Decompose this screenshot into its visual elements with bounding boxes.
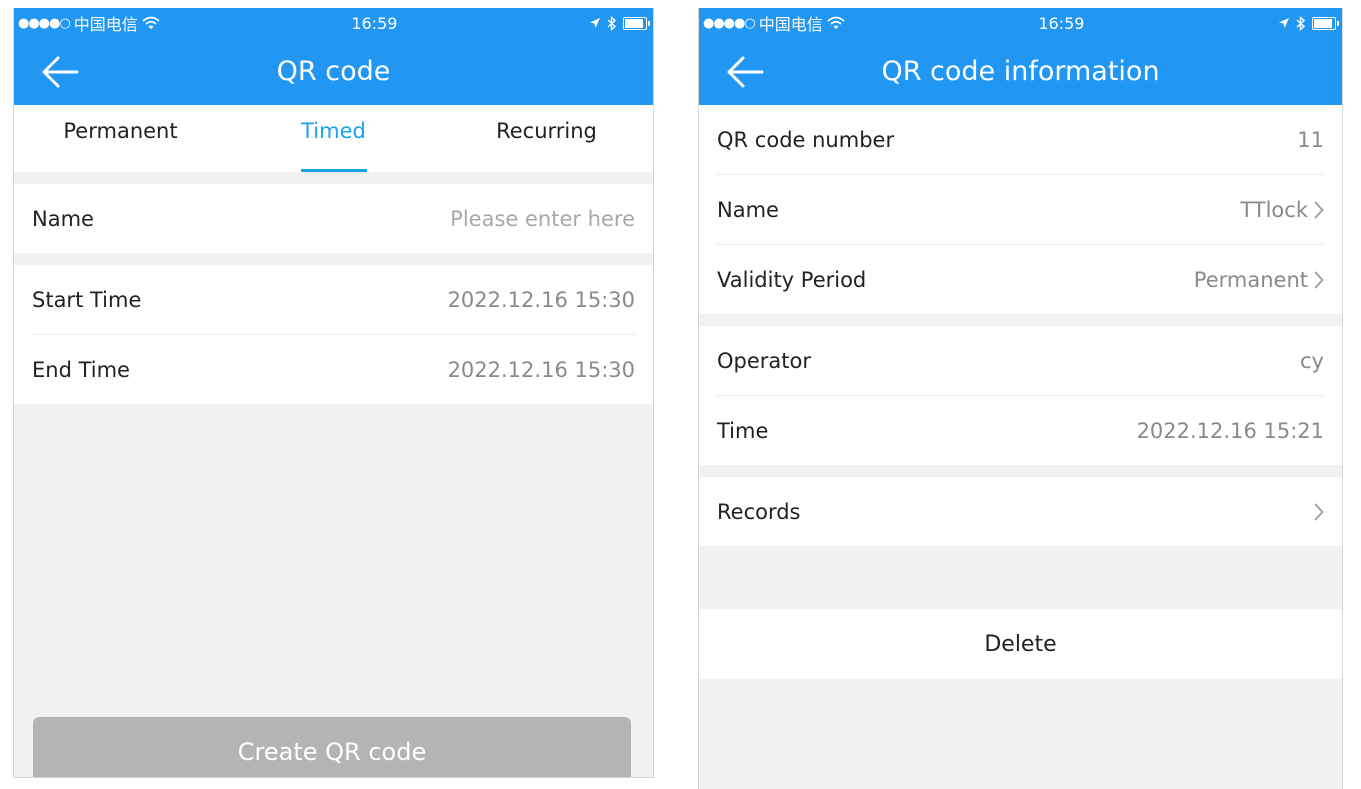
- wifi-icon: [827, 16, 845, 29]
- status-bar: ●●●●○ 中国电信 16:59: [699, 8, 1342, 38]
- records-label: Records: [717, 499, 801, 524]
- end-time-label: End Time: [32, 357, 130, 382]
- time-row: Time 2022.12.16 15:21: [717, 396, 1324, 465]
- time-label: Time: [717, 418, 769, 443]
- chevron-right-icon: [1314, 271, 1324, 288]
- qr-number-value: 11: [1297, 127, 1324, 152]
- name-input[interactable]: Please enter here: [450, 207, 635, 231]
- create-qr-button[interactable]: Create QR code: [33, 717, 631, 777]
- records-row[interactable]: Records: [717, 477, 1324, 546]
- wifi-icon: [142, 16, 160, 29]
- location-arrow-icon: [1279, 18, 1289, 28]
- end-time-row[interactable]: End Time 2022.12.16 15:30: [32, 335, 635, 404]
- bluetooth-icon: [607, 15, 617, 31]
- name-row[interactable]: Name TTlock: [717, 175, 1324, 245]
- back-arrow-icon[interactable]: [40, 55, 80, 89]
- info-group: QR code number 11 Name TTlock Validity P…: [699, 105, 1342, 314]
- validity-label: Validity Period: [717, 267, 867, 292]
- operator-group: Operator cy Time 2022.12.16 15:21: [699, 326, 1342, 465]
- name-group: Name Please enter here: [14, 184, 653, 253]
- page-title: QR code information: [881, 56, 1160, 87]
- status-time: 16:59: [1038, 13, 1085, 33]
- operator-label: Operator: [717, 348, 811, 373]
- header: ●●●●○ 中国电信 16:59 QR code information: [699, 8, 1342, 105]
- back-arrow-icon[interactable]: [725, 55, 765, 89]
- validity-period-row[interactable]: Validity Period Permanent: [717, 245, 1324, 314]
- name-label: Name: [32, 206, 94, 231]
- name-value: TTlock: [1240, 197, 1308, 222]
- start-time-row[interactable]: Start Time 2022.12.16 15:30: [32, 265, 635, 335]
- chevron-right-icon: [1314, 503, 1324, 520]
- chevron-right-icon: [1314, 201, 1324, 218]
- header: ●●●●○ 中国电信 16:59 QR code: [14, 8, 653, 105]
- location-arrow-icon: [590, 18, 600, 28]
- name-row[interactable]: Name Please enter here: [32, 184, 635, 253]
- tab-timed[interactable]: Timed: [227, 105, 440, 172]
- bluetooth-icon: [1296, 15, 1306, 31]
- start-time-value[interactable]: 2022.12.16 15:30: [448, 288, 635, 312]
- type-tabs: Permanent Timed Recurring: [14, 105, 653, 172]
- status-time: 16:59: [351, 13, 398, 33]
- tab-recurring[interactable]: Recurring: [440, 105, 653, 172]
- qr-number-row: QR code number 11: [717, 105, 1324, 175]
- start-time-label: Start Time: [32, 287, 142, 312]
- time-group: Start Time 2022.12.16 15:30 End Time 202…: [14, 265, 653, 404]
- qr-info-screen: ●●●●○ 中国电信 16:59 QR code information QR …: [698, 8, 1343, 789]
- name-label: Name: [717, 197, 779, 222]
- status-bar: ●●●●○ 中国电信 16:59: [14, 8, 653, 38]
- time-value: 2022.12.16 15:21: [1136, 418, 1324, 443]
- end-time-value[interactable]: 2022.12.16 15:30: [448, 358, 635, 382]
- battery-icon: [1312, 16, 1339, 30]
- carrier-label: 中国电信: [73, 15, 138, 34]
- battery-icon: [623, 16, 650, 30]
- qr-number-label: QR code number: [717, 127, 895, 152]
- signal-dots: ●●●●○: [703, 15, 756, 31]
- signal-dots: ●●●●○: [18, 15, 71, 31]
- operator-value: cy: [1300, 348, 1324, 373]
- timed-qr-screen: ●●●●○ 中国电信 16:59 QR code Permanent Timed…: [13, 8, 654, 778]
- tab-permanent[interactable]: Permanent: [14, 105, 227, 172]
- delete-button[interactable]: Delete: [699, 609, 1342, 679]
- validity-value: Permanent: [1193, 267, 1308, 292]
- records-group: Records: [699, 477, 1342, 546]
- carrier-label: 中国电信: [758, 15, 823, 34]
- page-title: QR code: [276, 56, 391, 87]
- operator-row: Operator cy: [717, 326, 1324, 396]
